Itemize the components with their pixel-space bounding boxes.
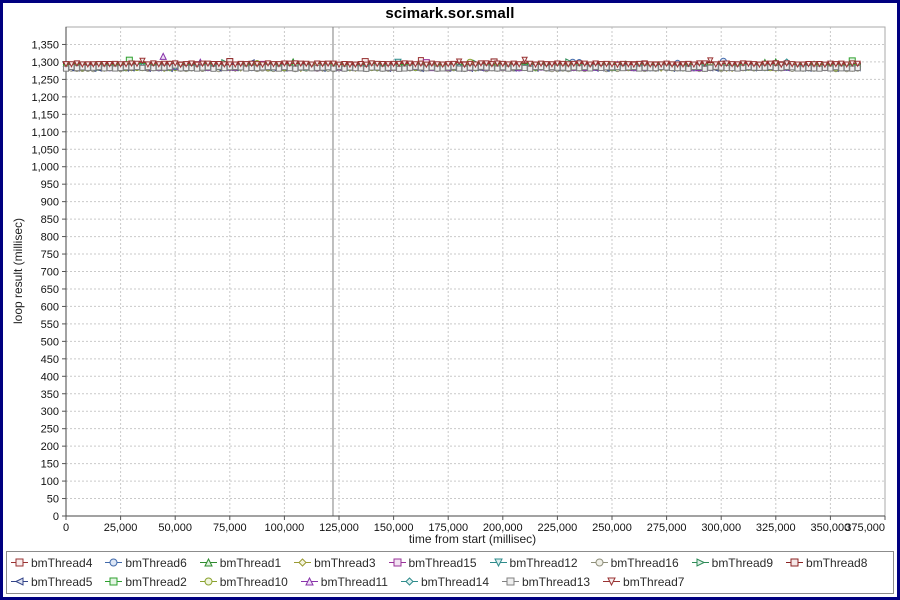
legend-item-bmThread4: bmThread4 xyxy=(11,556,92,570)
legend-marker-square-icon xyxy=(11,557,28,568)
legend-marker-square-icon xyxy=(786,557,803,568)
y-tick-label: 700 xyxy=(41,267,59,279)
legend-label: bmThread13 xyxy=(522,575,590,589)
legend-marker-triangle-right-icon xyxy=(692,557,709,568)
y-tick-label: 150 xyxy=(41,459,59,471)
legend-item-bmThread7: bmThread7 xyxy=(603,575,684,589)
x-axis-label: time from start (millisec) xyxy=(63,532,882,546)
y-tick-label: 1,150 xyxy=(31,109,59,121)
legend-label: bmThread9 xyxy=(712,556,773,570)
y-tick-label: 0 xyxy=(53,511,59,523)
legend-item-bmThread6: bmThread6 xyxy=(105,556,186,570)
y-tick-label: 350 xyxy=(41,389,59,401)
legend-label: bmThread5 xyxy=(31,575,92,589)
y-tick-label: 1,100 xyxy=(31,127,59,139)
y-tick-label: 1,200 xyxy=(31,92,59,104)
legend-label: bmThread15 xyxy=(409,556,477,570)
y-tick-label: 250 xyxy=(41,424,59,436)
legend-label: bmThread14 xyxy=(421,575,489,589)
y-axis-label: loop result (millisec) xyxy=(11,218,25,324)
plot-svg: 0 50 100 150 200 250 300 350 400 450 500 550 600 650 7… xyxy=(3,3,900,555)
legend-label: bmThread11 xyxy=(321,575,388,589)
legend-label: bmThread3 xyxy=(314,556,375,570)
legend-label: bmThread8 xyxy=(806,556,867,570)
legend-marker-circle-icon xyxy=(105,557,122,568)
y-tick-label: 1,300 xyxy=(31,57,59,69)
y-tick-label: 200 xyxy=(41,441,59,453)
legend-item-bmThread10: bmThread10 xyxy=(200,575,288,589)
y-tick-label: 500 xyxy=(41,336,59,348)
legend-item-bmThread2: bmThread2 xyxy=(105,575,186,589)
legend-label: bmThread2 xyxy=(125,575,186,589)
legend-label: bmThread6 xyxy=(125,556,186,570)
legend-label: bmThread7 xyxy=(623,575,684,589)
legend-item-bmThread1: bmThread1 xyxy=(200,556,281,570)
legend-item-bmThread8: bmThread8 xyxy=(786,556,867,570)
y-tick-label: 450 xyxy=(41,354,59,366)
y-tick-label: 850 xyxy=(41,214,59,226)
legend-label: bmThread1 xyxy=(220,556,281,570)
y-tick-label: 1,350 xyxy=(31,39,59,51)
legend-row: bmThread4 bmThread6 bmThread1 bmThread3 bmTh… xyxy=(11,553,889,572)
y-tick-label: 800 xyxy=(41,232,59,244)
legend-marker-square-icon xyxy=(502,576,519,587)
legend-label: bmThread10 xyxy=(220,575,288,589)
legend-marker-triangle-down-icon xyxy=(490,557,507,568)
y-tick-label: 750 xyxy=(41,249,59,261)
legend-item-bmThread5: bmThread5 xyxy=(11,575,92,589)
legend-item-bmThread3: bmThread3 xyxy=(294,556,375,570)
legend-item-bmThread12: bmThread12 xyxy=(490,556,578,570)
y-tick-label: 950 xyxy=(41,179,59,191)
y-tick-label: 1,050 xyxy=(31,144,59,156)
legend-label: bmThread16 xyxy=(611,556,679,570)
y-tick-label: 600 xyxy=(41,301,59,313)
y-tick-label: 300 xyxy=(41,406,59,418)
legend-label: bmThread4 xyxy=(31,556,92,570)
y-tick-label: 1,000 xyxy=(31,162,59,174)
legend-item-bmThread13: bmThread13 xyxy=(502,575,590,589)
legend-label: bmThread12 xyxy=(510,556,578,570)
y-tick-label: 400 xyxy=(41,371,59,383)
benchmark-chart-window: scimark.sor.small 2986.84 ops 0501001502… xyxy=(0,0,900,600)
y-tick-label: 550 xyxy=(41,319,59,331)
y-tick-label: 50 xyxy=(47,494,59,506)
legend-marker-diamond-icon xyxy=(294,557,311,568)
legend-item-bmThread15: bmThread15 xyxy=(389,556,477,570)
legend-item-bmThread16: bmThread16 xyxy=(591,556,679,570)
legend: bmThread4 bmThread6 bmThread1 bmThread3 bmTh… xyxy=(6,551,894,594)
legend-row: bmThread5 bmThread2 bmThread10 bmThread11 bm… xyxy=(11,572,889,591)
legend-marker-square-icon xyxy=(105,576,122,587)
legend-item-bmThread9: bmThread9 xyxy=(692,556,773,570)
y-tick-label: 650 xyxy=(41,284,59,296)
legend-marker-triangle-up-icon xyxy=(301,576,318,587)
legend-marker-circle-icon xyxy=(200,576,217,587)
legend-marker-triangle-left-icon xyxy=(11,576,28,587)
legend-marker-triangle-down-icon xyxy=(603,576,620,587)
legend-marker-circle-icon xyxy=(591,557,608,568)
y-tick-label: 1,250 xyxy=(31,74,59,86)
legend-marker-square-icon xyxy=(389,557,406,568)
y-tick-label: 100 xyxy=(41,476,59,488)
y-tick-label: 900 xyxy=(41,197,59,209)
legend-item-bmThread11: bmThread11 xyxy=(301,575,388,589)
legend-marker-diamond-icon xyxy=(401,576,418,587)
legend-item-bmThread14: bmThread14 xyxy=(401,575,489,589)
legend-marker-triangle-up-icon xyxy=(200,557,217,568)
